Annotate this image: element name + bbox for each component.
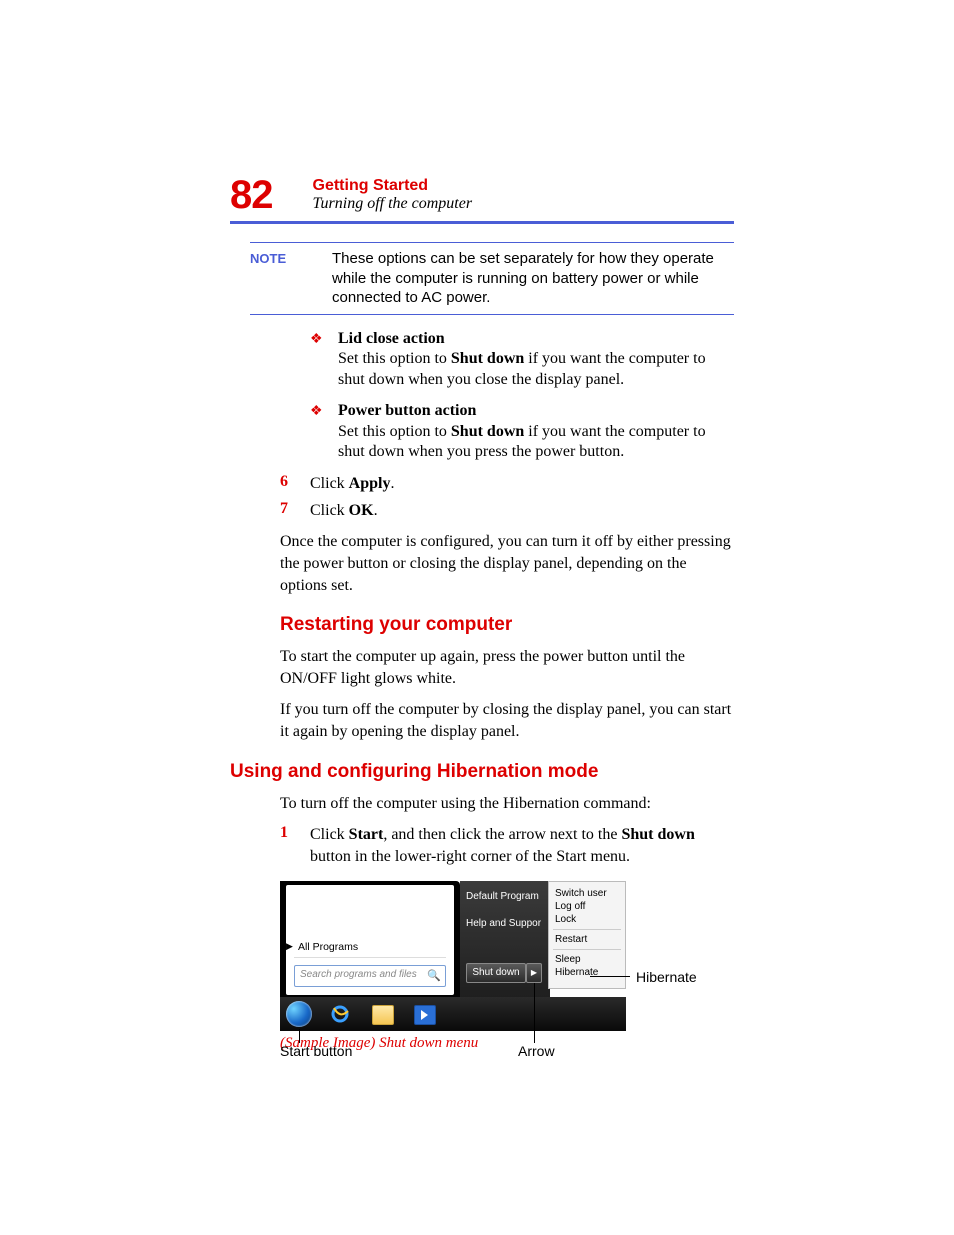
step-number: 6 xyxy=(280,473,310,491)
search-input[interactable]: Search programs and files 🔍 xyxy=(294,965,446,987)
bullet-title: Power button action xyxy=(338,402,476,419)
callout-line xyxy=(534,983,535,1043)
note-rule-bottom xyxy=(250,314,734,315)
bullet-item: ❖ Power button action Set this option to… xyxy=(230,401,734,463)
bullet-title: Lid close action xyxy=(338,330,445,347)
header-rule xyxy=(230,221,734,224)
shut-down-button[interactable]: Shut down xyxy=(466,963,526,983)
callout-start-button: Start button xyxy=(280,1043,352,1059)
note-block: NOTE These options can be set separately… xyxy=(250,242,734,315)
section-title: Turning off the computer xyxy=(313,195,473,213)
divider xyxy=(294,957,446,958)
callout-arrow: Arrow xyxy=(518,1043,555,1059)
bullet-item: ❖ Lid close action Set this option to Sh… xyxy=(230,329,734,391)
sample-shutdown-menu: ▶ All Programs Search programs and files… xyxy=(280,881,740,1031)
context-menu-item[interactable]: Sleep xyxy=(555,954,619,965)
shut-down-arrow-button[interactable]: ▶ xyxy=(526,963,542,983)
callout-hibernate: Hibernate xyxy=(636,969,697,985)
page-number: 82 xyxy=(230,175,273,215)
note-label: NOTE xyxy=(250,249,332,266)
list-item: 6 Click Apply. xyxy=(230,473,734,495)
diamond-bullet-icon: ❖ xyxy=(310,329,338,348)
shutdown-context-menu: Switch user Log off Lock Restart Sleep H… xyxy=(548,881,626,989)
chapter-title: Getting Started xyxy=(313,177,473,195)
search-icon: 🔍 xyxy=(427,969,441,982)
bullet-list: ❖ Lid close action Set this option to Sh… xyxy=(230,329,734,464)
list-item: 1 Click Start, and then click the arrow … xyxy=(230,824,734,867)
paragraph: To turn off the computer using the Hiber… xyxy=(280,793,734,815)
context-menu-item[interactable]: Log off xyxy=(555,901,619,912)
note-text: These options can be set separately for … xyxy=(332,249,734,308)
paragraph: To start the computer up again, press th… xyxy=(280,646,734,689)
heading-hibernation: Using and configuring Hibernation mode xyxy=(230,761,734,783)
numbered-list: 1 Click Start, and then click the arrow … xyxy=(230,824,734,867)
paragraph: Once the computer is configured, you can… xyxy=(280,531,734,596)
context-menu-item[interactable]: Lock xyxy=(555,914,619,925)
ie-icon[interactable] xyxy=(330,1005,350,1023)
explorer-folder-icon[interactable] xyxy=(372,1005,394,1025)
step-number: 7 xyxy=(280,500,310,518)
diamond-bullet-icon: ❖ xyxy=(310,401,338,420)
paragraph: If you turn off the computer by closing … xyxy=(280,699,734,742)
step-number: 1 xyxy=(280,824,310,842)
right-panel-item[interactable]: Default Program xyxy=(466,891,546,902)
heading-restarting: Restarting your computer xyxy=(280,614,734,636)
numbered-list: 6 Click Apply. 7 Click OK. xyxy=(230,473,734,521)
all-programs-link[interactable]: All Programs xyxy=(298,941,358,953)
callout-line xyxy=(590,976,630,977)
all-programs-arrow-icon: ▶ xyxy=(286,941,293,952)
page-header: 82 Getting Started Turning off the compu… xyxy=(230,175,734,215)
context-menu-item[interactable]: Restart xyxy=(555,934,619,945)
media-player-icon[interactable] xyxy=(414,1005,436,1025)
callout-line xyxy=(299,1029,300,1043)
search-placeholder: Search programs and files xyxy=(300,969,417,980)
right-panel-item[interactable]: Help and Suppor xyxy=(466,918,546,929)
taskbar xyxy=(280,997,626,1031)
page: 82 Getting Started Turning off the compu… xyxy=(0,0,954,1112)
context-menu-item[interactable]: Switch user xyxy=(555,888,619,899)
start-button-orb[interactable] xyxy=(286,1001,312,1027)
list-item: 7 Click OK. xyxy=(230,500,734,522)
